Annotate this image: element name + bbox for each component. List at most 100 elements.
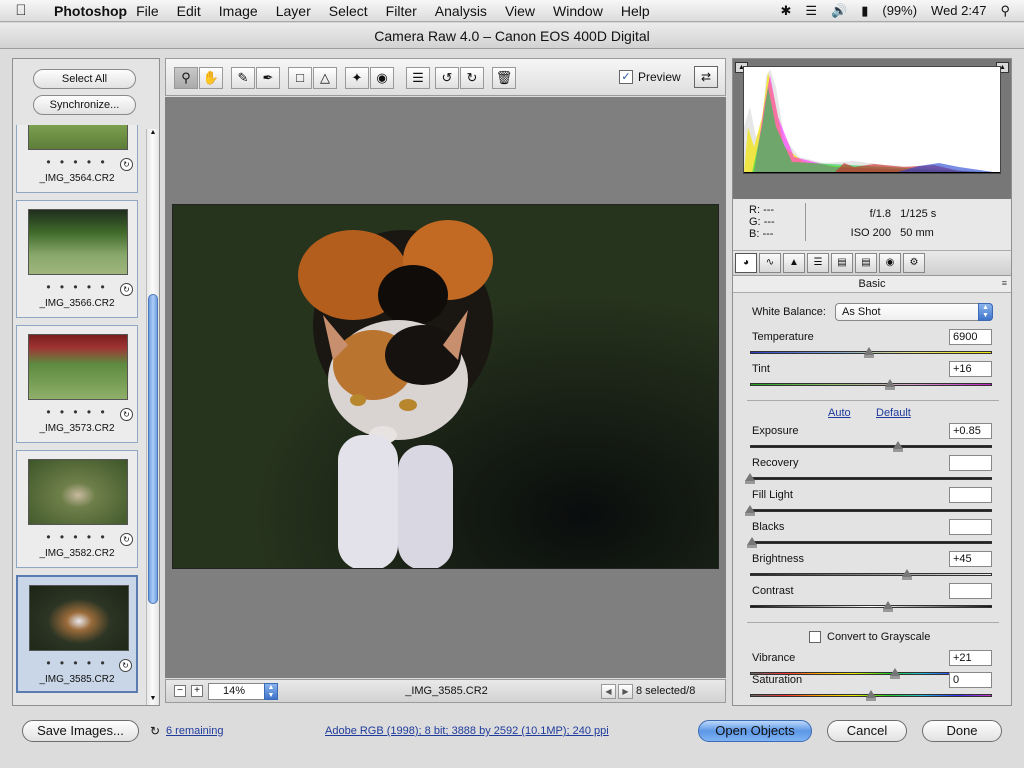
menu-analysis[interactable]: Analysis <box>426 3 496 19</box>
panel-menu-icon[interactable]: ≡ <box>1002 278 1007 288</box>
save-images-button[interactable]: Save Images... <box>22 720 139 742</box>
default-button[interactable]: Default <box>876 407 911 419</box>
brightness-slider[interactable]: Brightness +45 <box>750 551 992 581</box>
previous-image-icon[interactable]: ◀ <box>601 684 616 699</box>
rating-dots[interactable]: • • • • • <box>17 280 137 294</box>
contrast-slider[interactable]: Contrast <box>750 583 992 613</box>
slider-handle[interactable] <box>882 601 893 612</box>
next-image-icon[interactable]: ▶ <box>618 684 633 699</box>
blacks-value-field[interactable] <box>949 519 992 535</box>
tint-value-field[interactable]: +16 <box>949 361 992 377</box>
menu-clock[interactable]: Wed 2:47 <box>931 3 986 18</box>
menu-app-name[interactable]: Photoshop <box>42 3 127 19</box>
zoom-out-button[interactable]: − <box>174 685 186 697</box>
image-preview-area[interactable] <box>165 97 726 678</box>
menu-layer[interactable]: Layer <box>267 3 320 19</box>
exposure-value-field[interactable]: +0.85 <box>949 423 992 439</box>
saturation-value-field[interactable]: 0 <box>949 672 992 688</box>
menu-edit[interactable]: Edit <box>168 3 210 19</box>
menu-image[interactable]: Image <box>210 3 267 19</box>
slider-handle[interactable] <box>892 441 903 452</box>
recovery-slider[interactable]: Recovery <box>745 455 992 485</box>
rotate-left-icon[interactable]: ↺ <box>435 67 459 89</box>
slider-handle[interactable] <box>885 379 896 390</box>
temperature-slider[interactable]: Temperature 6900 <box>750 329 992 359</box>
slider-track[interactable] <box>750 573 992 576</box>
scrollbar-thumb[interactable] <box>148 294 158 604</box>
rotate-icon[interactable]: ↻ <box>120 283 133 296</box>
zoom-in-button[interactable]: + <box>191 685 203 697</box>
slider-track[interactable] <box>750 541 992 544</box>
thumbnail-item-selected[interactable]: • • • • • ↻ _IMG_3585.CR2 <box>16 575 138 693</box>
synchronize-button[interactable]: Synchronize... <box>33 95 136 115</box>
white-balance-dropdown-arrow-icon[interactable]: ▲ ▼ <box>978 303 993 321</box>
rating-dots[interactable]: • • • • • <box>17 155 137 169</box>
fullscreen-toggle-icon[interactable]: ⇄ <box>694 66 718 88</box>
remaining-link[interactable]: 6 remaining <box>166 725 223 737</box>
hand-tool-icon[interactable]: ✋ <box>199 67 223 89</box>
slider-handle[interactable] <box>745 473 755 484</box>
slider-handle[interactable] <box>866 690 876 701</box>
volume-icon[interactable]: 🔊 <box>831 3 847 19</box>
thumbnail-item[interactable]: • • • • • ↻ _IMG_3566.CR2 <box>16 200 138 318</box>
done-button[interactable]: Done <box>922 720 1002 742</box>
lens-corrections-tab-icon[interactable]: ▤ <box>855 253 877 273</box>
retouch-tool-icon[interactable]: ✦ <box>345 67 369 89</box>
vibrance-value-field[interactable]: +21 <box>949 650 992 666</box>
presets-tab-icon[interactable]: ⚙ <box>903 253 925 273</box>
fill-light-slider[interactable]: Fill Light <box>745 487 992 517</box>
white-balance-tool-icon[interactable]: ✎ <box>231 67 255 89</box>
exposure-slider[interactable]: Exposure +0.85 <box>750 423 992 453</box>
split-toning-tab-icon[interactable]: ▤ <box>831 253 853 273</box>
zoom-level-select[interactable]: 14% <box>208 683 266 700</box>
filmstrip-scrollbar[interactable]: ▲ ▼ <box>146 129 158 705</box>
slider-handle[interactable] <box>747 537 758 548</box>
preferences-icon[interactable]: ☰ <box>406 67 430 89</box>
slider-track[interactable] <box>750 383 992 386</box>
auto-button[interactable]: Auto <box>828 407 851 419</box>
battery-percent[interactable]: (99%) <box>882 3 917 18</box>
scroll-down-icon[interactable]: ▼ <box>148 695 158 705</box>
menu-select[interactable]: Select <box>320 3 377 19</box>
preview-image[interactable] <box>172 204 719 569</box>
zoom-tool-icon[interactable]: ⚲ <box>174 67 198 89</box>
spotlight-search-icon[interactable]: ⚲ <box>1000 3 1010 19</box>
battery-icon[interactable]: ▮ <box>861 3 868 19</box>
open-objects-button[interactable]: Open Objects <box>698 720 812 742</box>
camera-calibration-tab-icon[interactable]: ◉ <box>879 253 901 273</box>
wifi-icon[interactable]: ☰ <box>805 3 817 19</box>
slider-track[interactable] <box>750 477 992 480</box>
detail-tab-icon[interactable]: ▲ <box>783 253 805 273</box>
slider-track[interactable] <box>750 605 992 608</box>
preview-checkbox[interactable]: ✓ <box>619 70 633 84</box>
rotate-icon[interactable]: ↻ <box>120 158 133 171</box>
thumbnail-item[interactable]: • • • • • ↻ _IMG_3573.CR2 <box>16 325 138 443</box>
select-all-button[interactable]: Select All <box>33 69 136 89</box>
cancel-button[interactable]: Cancel <box>827 720 907 742</box>
basic-tab-icon[interactable]: ◕ <box>735 253 757 273</box>
contrast-value-field[interactable] <box>949 583 992 599</box>
rotate-icon[interactable]: ↻ <box>120 533 133 546</box>
slider-handle[interactable] <box>902 569 913 580</box>
rating-dots[interactable]: • • • • • <box>17 405 137 419</box>
tone-curve-tab-icon[interactable]: ∿ <box>759 253 781 273</box>
brightness-value-field[interactable]: +45 <box>949 551 992 567</box>
trash-icon[interactable]: 🗑 <box>492 67 516 89</box>
hsl-tab-icon[interactable]: ☰ <box>807 253 829 273</box>
blacks-slider[interactable]: Blacks <box>747 519 992 549</box>
menu-file[interactable]: File <box>127 3 168 19</box>
recovery-value-field[interactable] <box>949 455 992 471</box>
fill-light-value-field[interactable] <box>949 487 992 503</box>
rotate-icon[interactable]: ↻ <box>119 659 132 672</box>
saturation-slider[interactable]: Saturation 0 <box>750 672 992 702</box>
white-balance-select[interactable]: As Shot ▲ ▼ <box>835 303 993 321</box>
rating-dots[interactable]: • • • • • <box>17 530 137 544</box>
tint-slider[interactable]: Tint +16 <box>750 361 992 391</box>
apple-icon[interactable]:  <box>0 2 42 19</box>
thumbnail-item[interactable]: • • • • • ↻ _IMG_3582.CR2 <box>16 450 138 568</box>
temperature-value-field[interactable]: 6900 <box>949 329 992 345</box>
menu-filter[interactable]: Filter <box>377 3 426 19</box>
menu-view[interactable]: View <box>496 3 544 19</box>
rotate-right-icon[interactable]: ↻ <box>460 67 484 89</box>
slider-handle[interactable] <box>863 347 874 358</box>
